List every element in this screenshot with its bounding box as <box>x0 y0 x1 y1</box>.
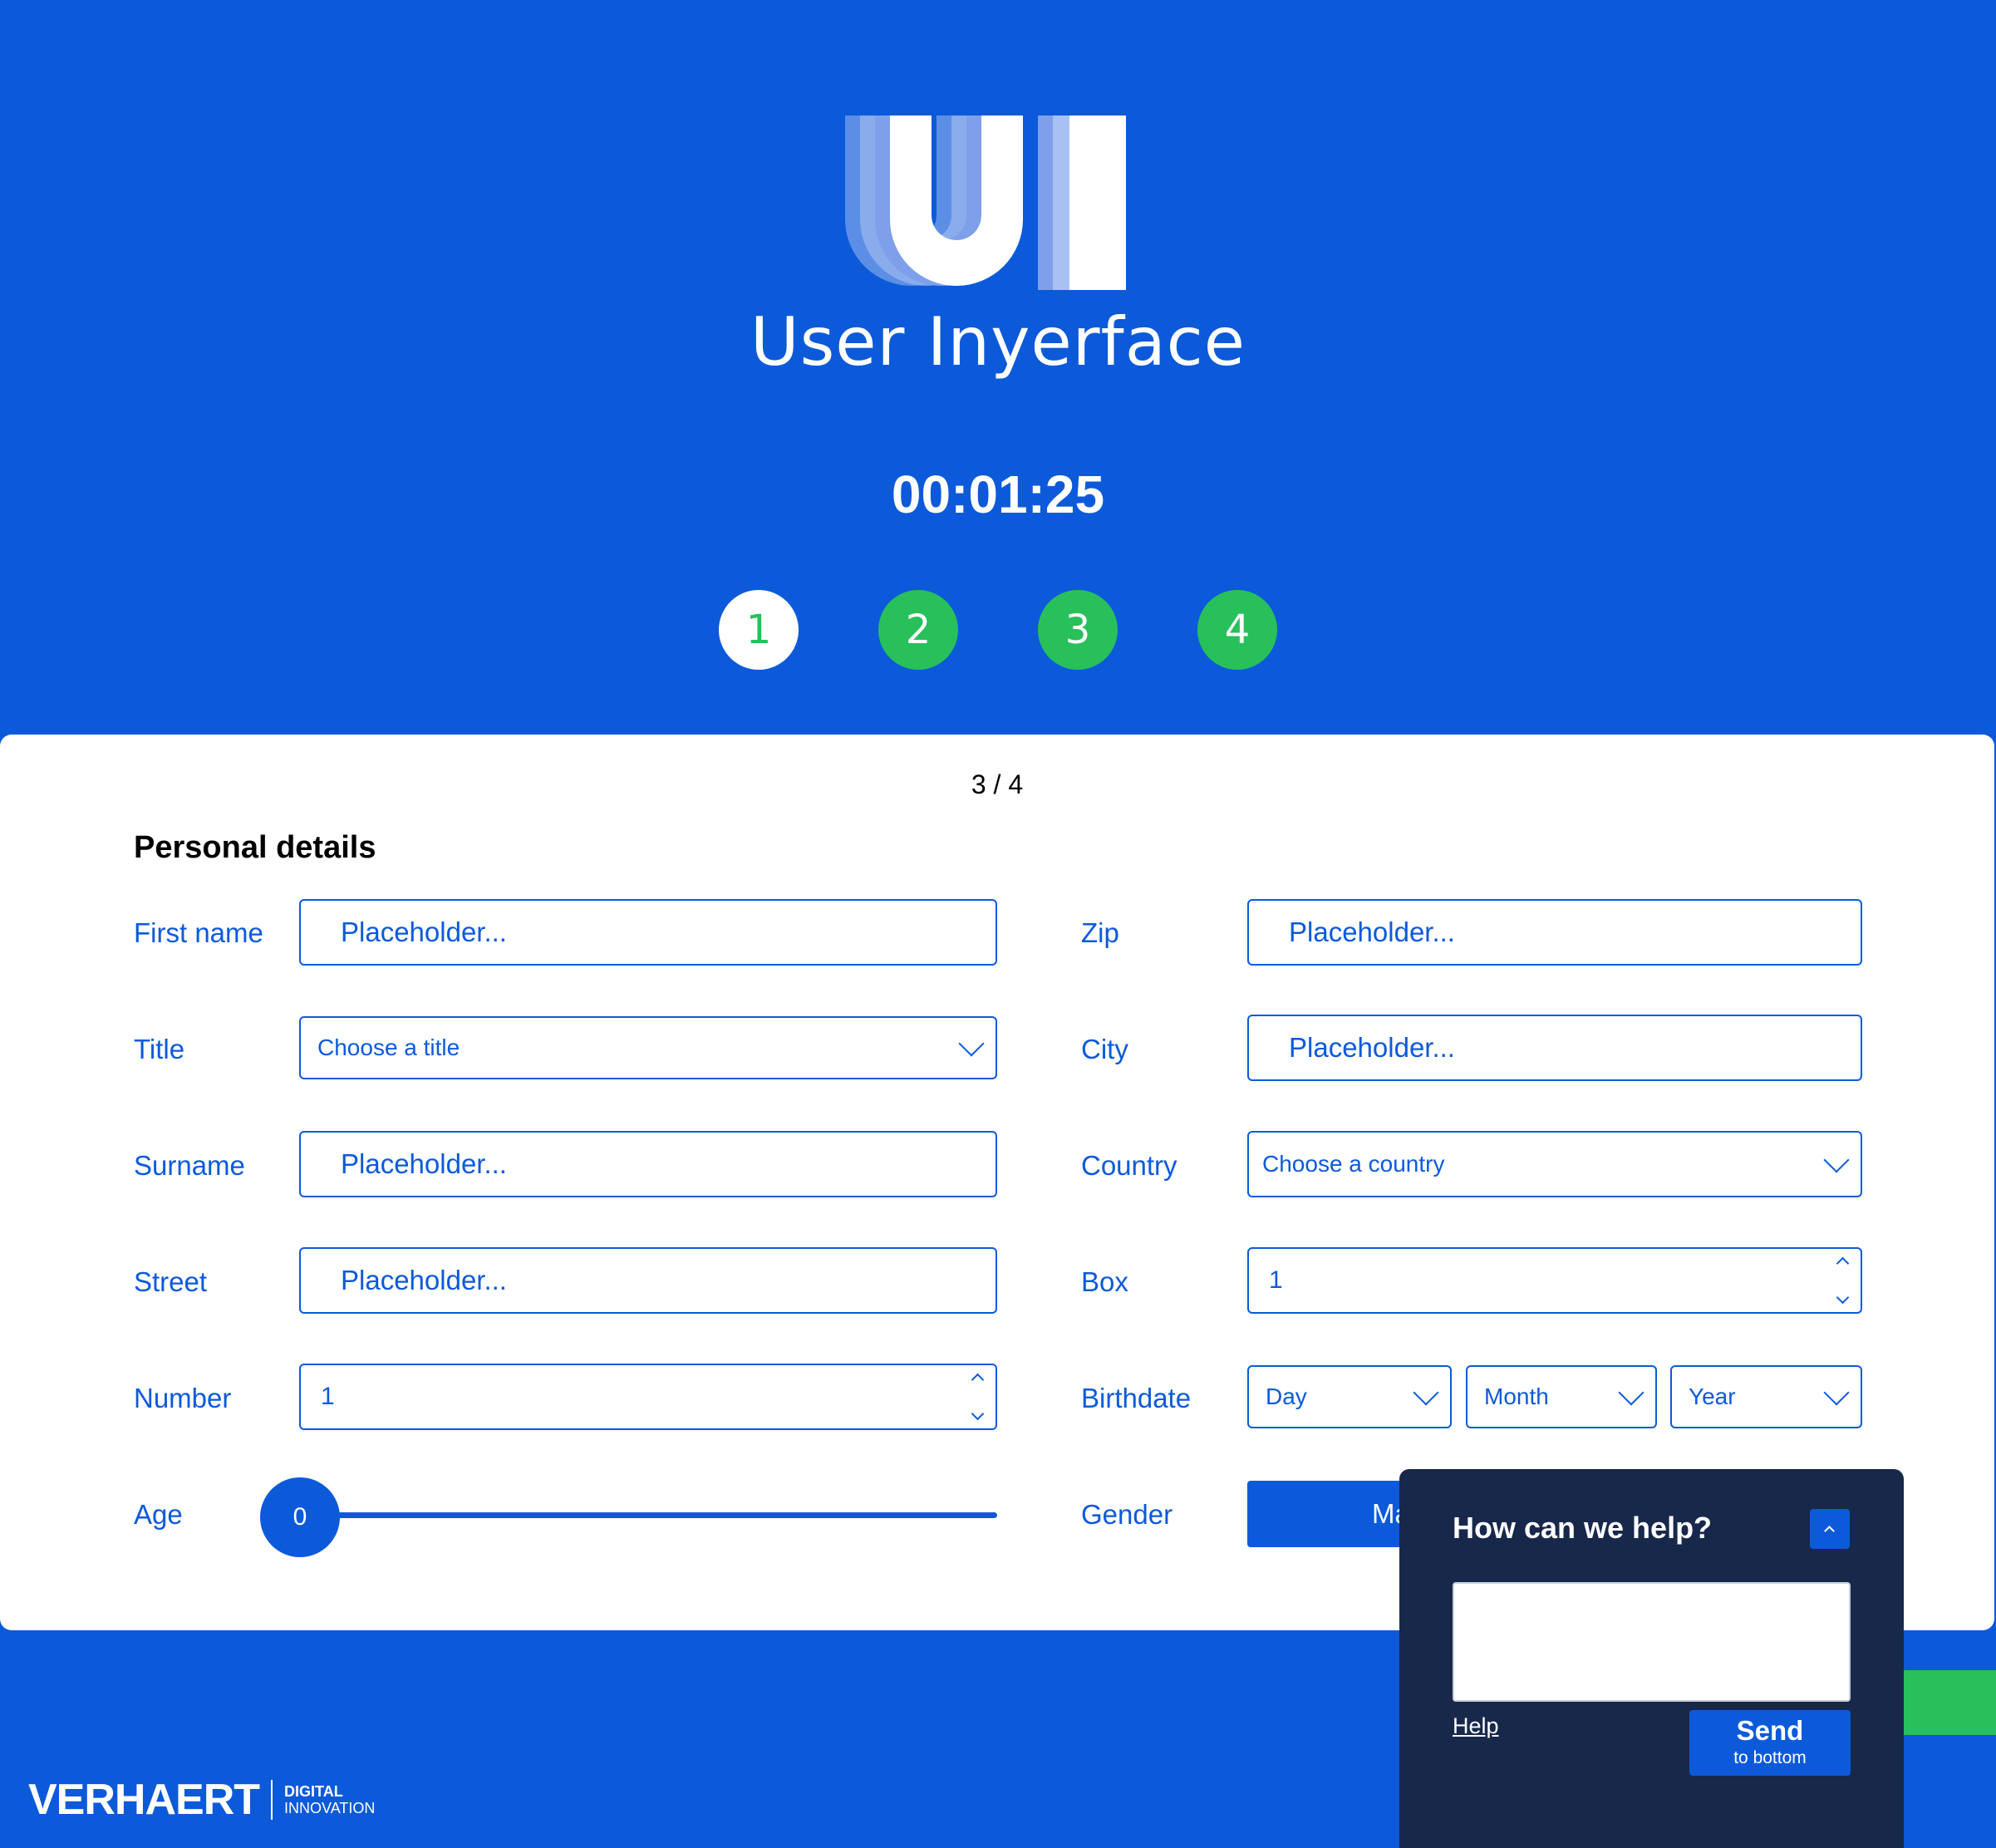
birth-year-placeholder: Year <box>1689 1384 1736 1409</box>
gender-label: Gender <box>1081 1499 1173 1530</box>
box-value: 1 <box>1269 1266 1283 1294</box>
birth-year-select[interactable]: Year <box>1670 1365 1862 1428</box>
first-name-input[interactable]: Placeholder... <box>299 899 997 966</box>
age-slider-thumb[interactable]: 0 <box>260 1477 340 1557</box>
chat-message-textarea[interactable] <box>1453 1582 1851 1702</box>
brand-line2: INNOVATION <box>284 1800 376 1816</box>
step-1[interactable]: 1 <box>719 590 799 670</box>
number-value: 1 <box>321 1383 335 1410</box>
birth-day-select[interactable]: Day <box>1247 1365 1452 1428</box>
birth-day-placeholder: Day <box>1266 1384 1307 1409</box>
send-label: Send <box>1736 1715 1804 1746</box>
first-name-placeholder: Placeholder... <box>341 917 507 947</box>
page-counter: 3 / 4 <box>971 769 1024 799</box>
box-stepper[interactable] <box>1832 1254 1852 1307</box>
chevron-up-icon <box>1824 1526 1835 1536</box>
chevron-down-icon <box>1413 1379 1439 1406</box>
number-label: Number <box>134 1383 232 1413</box>
zip-label: Zip <box>1081 917 1119 948</box>
city-placeholder: Placeholder... <box>1289 1032 1455 1063</box>
timer: 00:01:25 <box>891 464 1105 524</box>
chat-help-link[interactable]: Help <box>1453 1713 1499 1739</box>
city-input[interactable]: Placeholder... <box>1247 1015 1862 1081</box>
brand-line1: DIGITAL <box>284 1783 343 1800</box>
section-title: Personal details <box>134 830 376 865</box>
step-3[interactable]: 3 <box>1038 590 1118 670</box>
chat-send-button[interactable]: Send to bottom <box>1689 1710 1851 1776</box>
age-slider-track[interactable] <box>299 1512 997 1518</box>
surname-label: Surname <box>134 1150 245 1181</box>
age-label: Age <box>134 1499 183 1530</box>
brand-tagline: DIGITAL INNOVATION <box>284 1783 375 1816</box>
verhaert-logo: VERHAERT DIGITAL INNOVATION <box>28 1775 375 1825</box>
country-label: Country <box>1081 1150 1177 1181</box>
street-placeholder: Placeholder... <box>341 1265 507 1295</box>
birth-month-select[interactable]: Month <box>1466 1365 1657 1428</box>
title-label: Title <box>134 1034 185 1064</box>
app-title: User Inyerface <box>750 303 1246 381</box>
chat-title: How can we help? <box>1453 1511 1713 1545</box>
first-name-label: First name <box>134 917 263 948</box>
send-sublabel: to bottom <box>1733 1748 1807 1767</box>
chevron-up-icon[interactable] <box>1836 1256 1849 1270</box>
zip-placeholder: Placeholder... <box>1289 917 1455 947</box>
box-label: Box <box>1081 1266 1128 1297</box>
step-2[interactable]: 2 <box>878 590 958 670</box>
chat-collapse-button[interactable] <box>1810 1509 1850 1549</box>
chevron-down-icon <box>1618 1379 1644 1406</box>
step-4[interactable]: 4 <box>1197 590 1277 670</box>
chevron-up-icon[interactable] <box>971 1373 984 1387</box>
box-input[interactable]: 1 <box>1247 1247 1862 1314</box>
city-label: City <box>1081 1034 1128 1064</box>
number-stepper[interactable] <box>967 1370 987 1423</box>
birth-month-placeholder: Month <box>1484 1384 1549 1409</box>
surname-input[interactable]: Placeholder... <box>299 1131 997 1197</box>
street-input[interactable]: Placeholder... <box>299 1247 997 1314</box>
chevron-down-icon[interactable] <box>971 1407 984 1421</box>
brand-name: VERHAERT <box>28 1776 260 1824</box>
help-chat-panel: How can we help? Help Send to bottom <box>1399 1469 1904 1848</box>
country-select[interactable]: Choose a country <box>1247 1131 1862 1197</box>
ui-logo <box>845 116 1126 290</box>
zip-input[interactable]: Placeholder... <box>1247 899 1862 966</box>
title-select[interactable]: Choose a title <box>299 1016 997 1079</box>
number-input[interactable]: 1 <box>299 1364 997 1430</box>
chevron-down-icon <box>958 1030 985 1057</box>
chevron-down-icon <box>1823 1379 1850 1406</box>
birthdate-label: Birthdate <box>1081 1383 1192 1413</box>
country-select-placeholder: Choose a country <box>1262 1151 1445 1177</box>
title-select-placeholder: Choose a title <box>317 1035 460 1060</box>
brand-divider <box>271 1780 273 1820</box>
surname-placeholder: Placeholder... <box>341 1148 507 1179</box>
chevron-down-icon <box>1823 1147 1850 1173</box>
chevron-down-icon[interactable] <box>1836 1290 1849 1305</box>
street-label: Street <box>134 1266 208 1297</box>
